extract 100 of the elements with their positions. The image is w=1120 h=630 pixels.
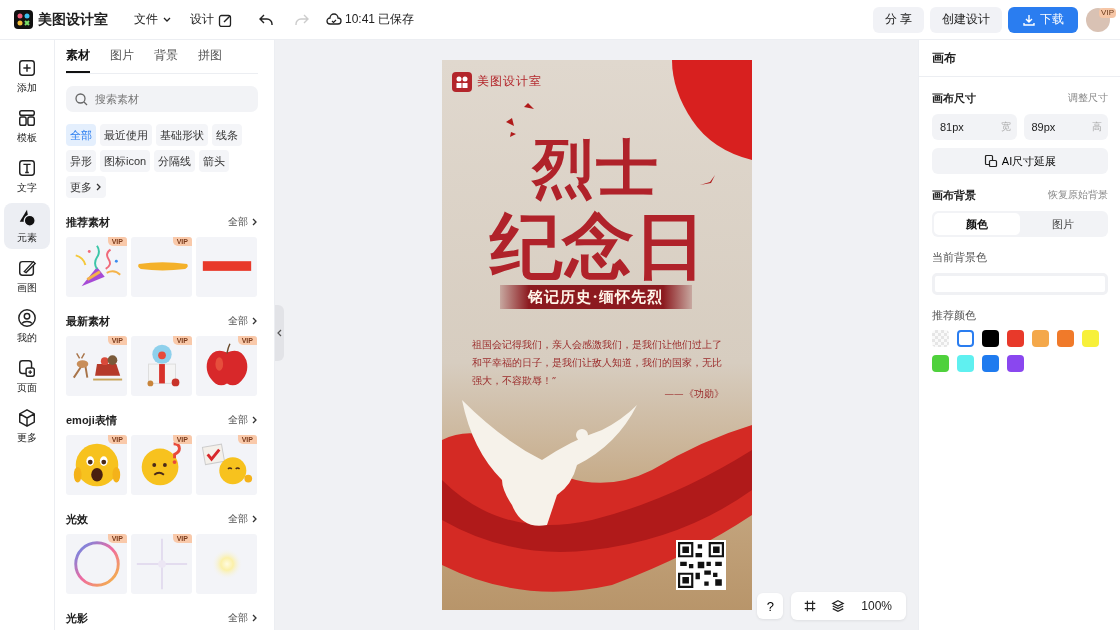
poster-canvas[interactable]: 美图设计室 烈士 纪念日 铭记历史·缅怀先烈 祖国会记得我们，亲人会感激我们，是我们让他们过上了和平幸福的日子，是我们让敌人知道，我们的国家，无比强大，不容欺辱！” ——《功勋》 [441,60,752,610]
transparent-swatch[interactable] [932,330,949,347]
sparkle-light-drawing [135,537,188,591]
category-chip[interactable]: 线条 [212,124,242,146]
view-all-link[interactable]: 全部 [228,611,258,625]
size-field[interactable]: 81px 宽 [932,114,1017,140]
chevron-right-icon [250,316,258,326]
category-chip[interactable]: 全部 [66,124,96,146]
view-all-link[interactable]: 全部 [228,413,258,427]
panel-tab[interactable]: 拼图 [198,47,222,73]
chevron-right-icon [94,182,102,192]
sidebar-item[interactable]: 我的 [4,303,50,349]
view-all-link[interactable]: 全部 [228,512,258,526]
reset-background-link[interactable]: 恢复原始背景 [1048,189,1108,202]
glow-light-drawing [211,548,242,580]
apple-drawing [206,343,247,386]
bubble-ring-drawing [73,541,120,587]
color-swatch[interactable] [957,355,974,372]
download-icon [1022,12,1036,27]
bar-drawing [202,261,251,271]
header-button[interactable]: 创建设计 [930,6,1002,33]
category-chip[interactable]: 异形 [66,150,96,172]
color-swatch[interactable] [957,330,974,347]
view-all-link[interactable]: 全部 [228,215,258,229]
segment-tab[interactable]: 颜色 [934,213,1020,235]
design-menu[interactable]: 设计 [188,9,234,30]
asset-thumbnail[interactable] [196,237,257,297]
asset-thumbnail[interactable] [196,534,257,594]
download-button[interactable]: 下载 [1008,6,1078,33]
scared-emoji-drawing [73,443,120,487]
thinking-emoji-drawing [141,442,181,486]
section-title: 光影 [66,610,88,626]
help-button[interactable]: ? [757,593,784,619]
layout-icon [17,107,37,128]
section-label: 画布尺寸 [932,91,976,106]
edit-icon [218,12,232,27]
sidebar-item[interactable]: 画图 [4,253,50,299]
user-icon [17,307,37,328]
section-title: 推荐素材 [66,214,110,230]
color-swatch[interactable] [1007,355,1024,372]
sidebar-item[interactable]: 添加 [4,53,50,99]
expand-icon [983,154,998,168]
section-label: 画布背景 [932,188,976,203]
qr-code-icon [675,540,726,590]
grid-icon [803,599,818,613]
poster-brand: 美图设计室 [476,73,542,90]
chevron-right-icon [250,613,258,623]
sidebar-item[interactable]: 更多 [4,403,50,449]
color-swatch[interactable] [1057,330,1074,347]
size-field[interactable]: 89px [1029,120,1074,134]
size-field[interactable]: 89px 高 [1023,114,1108,140]
panel-tab[interactable]: 素材 [66,47,90,73]
segment-tab[interactable]: 图片 [1020,213,1106,235]
color-swatch[interactable] [1082,330,1099,347]
category-chip[interactable]: 箭头 [199,150,230,172]
unit-label: 高 [1092,120,1102,134]
sidebar-item[interactable]: 元素 [4,203,50,249]
panel-tab[interactable]: 背景 [154,47,178,73]
poster-title: 纪念日 [489,210,706,282]
color-swatch[interactable] [982,330,999,347]
category-chip[interactable]: 最近使用 [100,124,152,146]
cube-icon [17,407,37,428]
search-icon [74,92,88,106]
panel-tab[interactable]: 图片 [110,47,134,73]
vip-badge: VIP [1099,7,1116,18]
emoji-with-checkmark-sign-drawing [201,443,252,485]
sidebar-item[interactable]: 模板 [4,103,50,149]
chevron-right-icon [250,415,258,425]
color-swatch[interactable] [1032,330,1049,347]
category-chip[interactable]: 基础形状 [156,124,208,146]
section-title: 最新素材 [66,313,110,329]
sidebar-item[interactable]: 页面 [4,353,50,399]
ai-resize-button[interactable]: AI尺寸延展 [932,148,1108,174]
file-menu[interactable]: 文件 [132,9,174,30]
field-label: 当前背景色 [932,251,988,265]
more-chip[interactable]: 更多 [66,176,106,198]
resize-link[interactable]: 调整尺寸 [1068,92,1108,105]
field-label: 推荐颜色 [932,309,977,323]
chevron-left-icon [276,329,283,337]
reindeer-sleigh-drawing [72,352,123,381]
category-chip[interactable]: 分隔线 [154,150,196,172]
collapse-handle[interactable] [275,305,284,361]
logo-icon [14,10,33,29]
search-field[interactable]: 搜索素材 [66,86,258,112]
category-chip[interactable]: 图标icon [100,150,151,172]
sidebar-item[interactable]: 文字 [4,153,50,199]
section-title: 光效 [66,511,88,527]
unit-label: 宽 [1000,120,1011,134]
color-swatch[interactable] [932,355,949,372]
color-swatch[interactable] [982,355,999,372]
chevron-right-icon [250,514,258,524]
poster-quote: 祖国会记得我们，亲人会感激我们，是我们让他们过上了和平幸福的日子，是我们让敌人知道，我们的国家，无比强大，不容欺辱！” [471,338,723,388]
header-button[interactable]: 分 享 [872,6,924,33]
color-swatch[interactable] [1007,330,1024,347]
search-field[interactable]: 搜索素材 [93,92,247,106]
poster-banner: 铭记历史·缅怀先烈 [499,285,692,309]
size-field[interactable]: 81px [938,120,982,134]
chevron-right-icon [250,217,258,227]
view-all-link[interactable]: 全部 [228,314,258,328]
brush-stroke-drawing [137,262,188,271]
